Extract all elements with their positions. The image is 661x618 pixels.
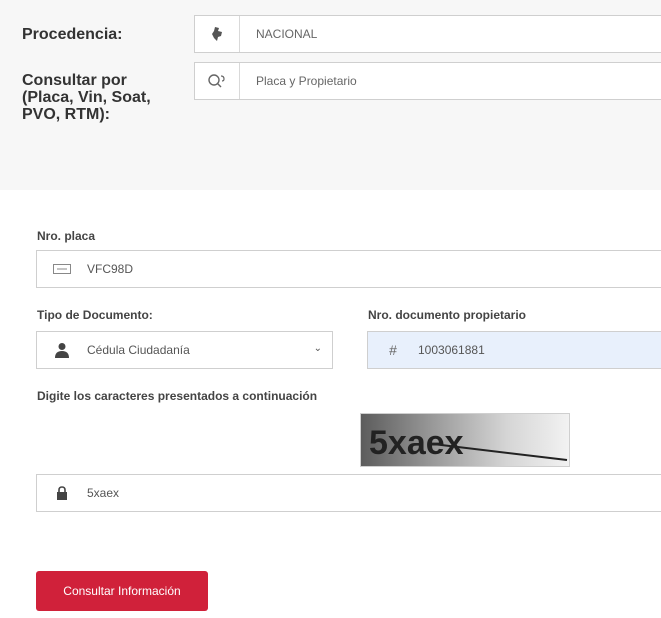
consultar-informacion-button[interactable]: Consultar Información: [36, 571, 208, 611]
tipo-documento-label: Tipo de Documento:: [37, 308, 153, 322]
consultar-por-select[interactable]: Placa y Propietario: [194, 62, 661, 100]
search-icon: [195, 63, 240, 99]
consultar-por-value: Placa y Propietario: [256, 74, 357, 88]
captcha-input-value: 5xaex: [87, 486, 120, 500]
placa-value: VFC98D: [87, 262, 134, 276]
captcha-label: Digite los caracteres presentados a cont…: [37, 389, 318, 403]
captcha-image: 5xaex: [360, 413, 570, 467]
captcha-input[interactable]: 5xaex: [36, 474, 661, 512]
placa-input[interactable]: VFC98D: [36, 250, 661, 288]
hash-icon: #: [389, 342, 397, 358]
nro-documento-value: 1003061881: [418, 343, 485, 357]
tipo-documento-value: Cédula Ciudadanía: [87, 343, 190, 357]
procedencia-value: NACIONAL: [256, 27, 318, 41]
consultar-por-label: Consultar por (Placa, Vin, Soat, PVO, RT…: [22, 72, 151, 123]
tipo-documento-select[interactable]: Cédula Ciudadanía ⌄: [36, 331, 333, 369]
procedencia-label: Procedencia:: [22, 26, 123, 43]
procedencia-select[interactable]: NACIONAL: [194, 15, 661, 53]
captcha-text: 5xaex: [369, 424, 464, 462]
nro-documento-input[interactable]: # 1003061881: [367, 331, 661, 369]
lock-icon: [37, 475, 87, 511]
query-source-panel: Procedencia: NACIONAL Consultar por (Pla…: [0, 0, 661, 190]
placa-label: Nro. placa: [37, 229, 96, 243]
chevron-down-icon: ⌄: [313, 343, 322, 354]
nro-documento-label: Nro. documento propietario: [368, 308, 527, 322]
license-plate-icon: [37, 251, 87, 287]
user-icon: [37, 332, 87, 368]
colombia-map-icon: [195, 16, 240, 52]
